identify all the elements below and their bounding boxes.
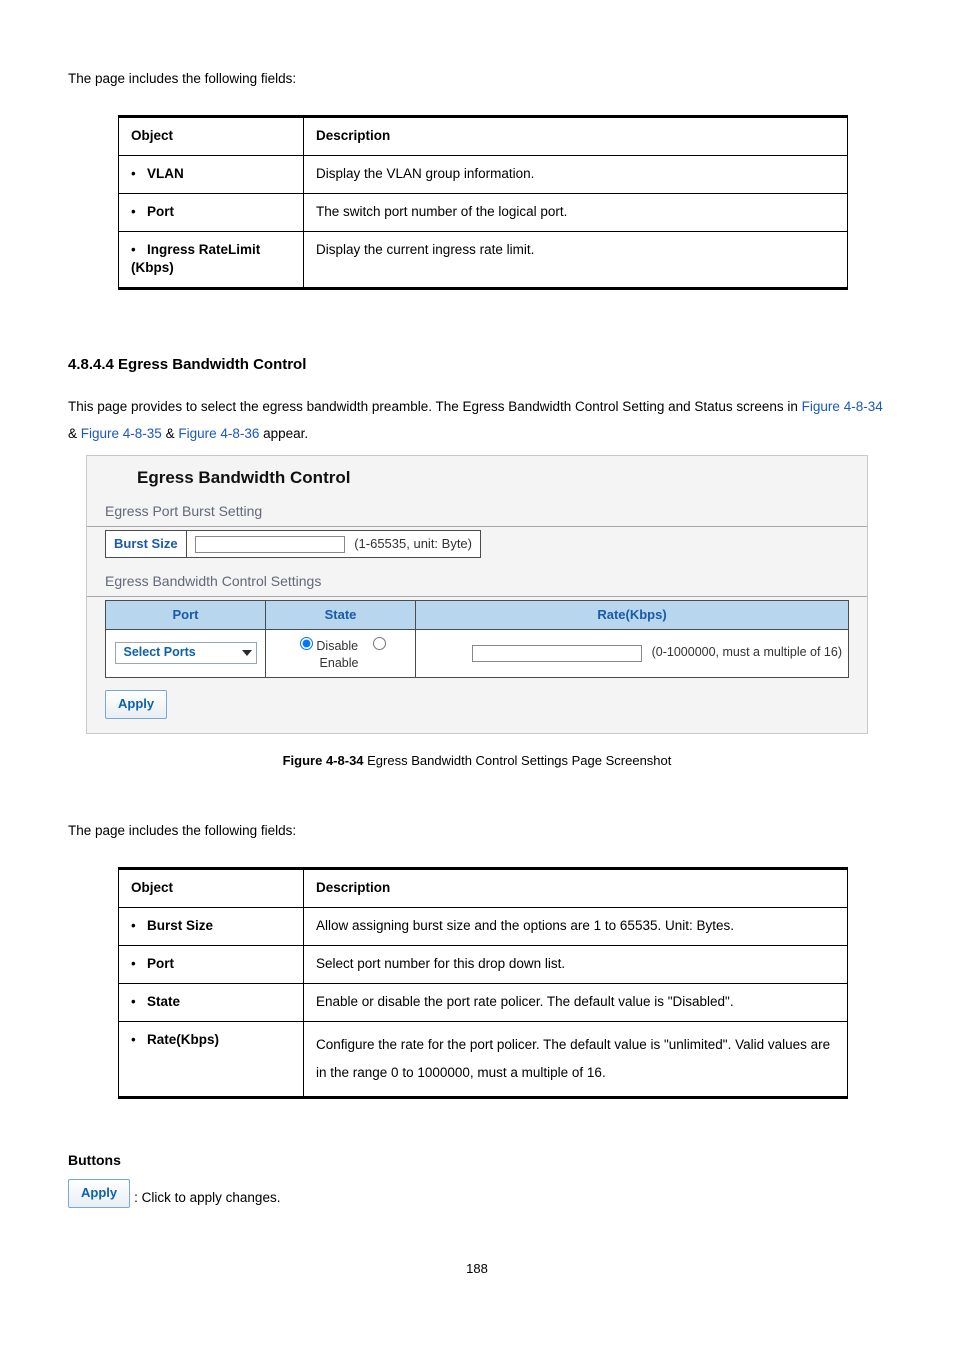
burst-table: Burst Size (1-65535, unit: Byte): [105, 530, 481, 558]
rate-hint: (0-1000000, must a multiple of 16): [652, 645, 842, 659]
burst-input-cell: (1-65535, unit: Byte): [186, 530, 480, 557]
desc-cell: Display the current ingress rate limit.: [304, 231, 848, 289]
th-rate: Rate(Kbps): [416, 600, 849, 629]
figure-link-2[interactable]: Figure 4-8-35: [81, 426, 162, 441]
buttons-heading: Buttons: [68, 1151, 886, 1171]
desc-cell: Allow assigning burst size and the optio…: [304, 907, 848, 945]
obj-cell: •VLAN: [119, 155, 304, 193]
burst-hint: (1-65535, unit: Byte): [354, 536, 472, 551]
desc-cell: Display the VLAN group information.: [304, 155, 848, 193]
fields-lead-1: The page includes the following fields:: [68, 70, 886, 89]
desc-table-1: Object Description •VLAN Display the VLA…: [118, 115, 848, 290]
rate-cell: (0-1000000, must a multiple of 16): [416, 629, 849, 677]
desc-cell: Configure the rate for the port policer.…: [304, 1021, 848, 1098]
burst-size-input[interactable]: [195, 536, 345, 553]
panel-title: Egress Bandwidth Control: [87, 456, 867, 498]
desc-cell: The switch port number of the logical po…: [304, 193, 848, 231]
th-description: Description: [304, 868, 848, 907]
section-lead: This page provides to select the egress …: [68, 393, 886, 447]
state-disable-radio[interactable]: [300, 637, 313, 650]
obj-cell: •State: [119, 983, 304, 1021]
apply-button[interactable]: Apply: [105, 690, 167, 719]
figure-link-3[interactable]: Figure 4-8-36: [178, 426, 259, 441]
rate-input[interactable]: [472, 645, 642, 662]
ctl-table: Port State Rate(Kbps) Select Ports Disab…: [105, 600, 849, 678]
th-port: Port: [106, 600, 266, 629]
state-enable-radio[interactable]: [373, 637, 386, 650]
obj-cell: •Port: [119, 945, 304, 983]
section-heading: 4.8.4.4 Egress Bandwidth Control: [68, 354, 886, 375]
desc-table-2: Object Description •Burst Size Allow ass…: [118, 867, 848, 1099]
obj-cell: •Burst Size: [119, 907, 304, 945]
page-number: 188: [68, 1260, 886, 1278]
th-object: Object: [119, 116, 304, 155]
burst-label: Burst Size: [106, 530, 187, 557]
obj-cell: •Ingress RateLimit (Kbps): [119, 231, 304, 289]
th-state: State: [266, 600, 416, 629]
chevron-down-icon: [242, 650, 252, 656]
state-cell: Disable Enable: [266, 629, 416, 677]
th-object: Object: [119, 868, 304, 907]
port-cell: Select Ports: [106, 629, 266, 677]
apply-desc: : Click to apply changes.: [134, 1189, 280, 1208]
burst-heading: Egress Port Burst Setting: [87, 498, 867, 527]
obj-cell: •Rate(Kbps): [119, 1021, 304, 1098]
desc-cell: Select port number for this drop down li…: [304, 945, 848, 983]
figure-link-1[interactable]: Figure 4-8-34: [802, 399, 883, 414]
desc-cell: Enable or disable the port rate policer.…: [304, 983, 848, 1021]
th-description: Description: [304, 116, 848, 155]
figure-caption: Figure 4-8-34 Egress Bandwidth Control S…: [68, 752, 886, 770]
state-disable-label[interactable]: Disable: [295, 639, 358, 653]
apply-button-doc[interactable]: Apply: [68, 1179, 130, 1208]
select-ports-dropdown[interactable]: Select Ports: [115, 642, 257, 664]
obj-cell: •Port: [119, 193, 304, 231]
ctl-heading: Egress Bandwidth Control Settings: [87, 568, 867, 597]
egress-panel: Egress Bandwidth Control Egress Port Bur…: [86, 455, 868, 734]
fields-lead-2: The page includes the following fields:: [68, 822, 886, 841]
